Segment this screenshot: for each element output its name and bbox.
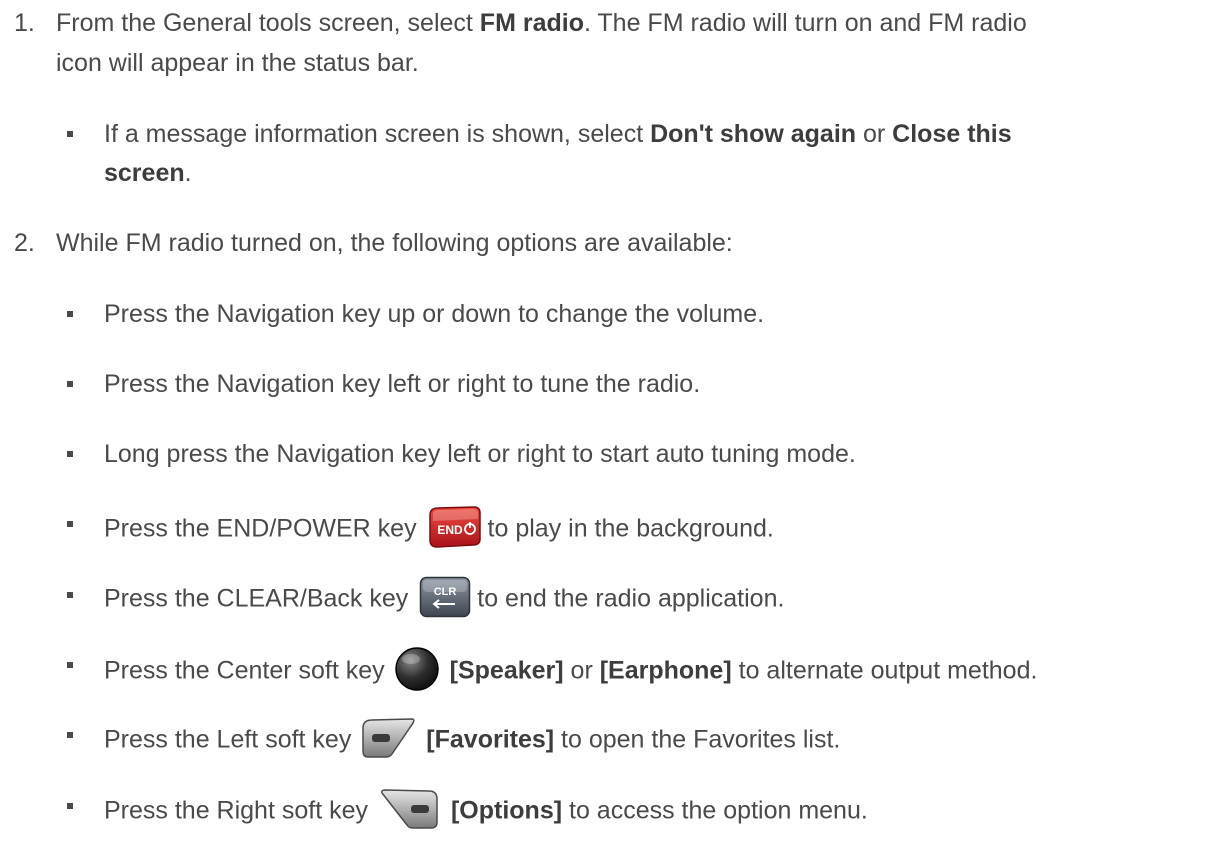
- bold-term: Don't show again: [650, 120, 857, 148]
- step-number: 2.: [14, 229, 35, 257]
- bold-term: [Favorites]: [426, 725, 555, 754]
- item-text: If a message information screen is shown…: [104, 120, 651, 148]
- bullet-icon: [67, 131, 73, 137]
- bullet-icon: [67, 592, 73, 598]
- step-text: icon will appear in the status bar.: [56, 49, 419, 77]
- bold-term: screen: [104, 159, 185, 187]
- step-number: 1.: [14, 9, 35, 37]
- bullet-icon: [67, 732, 73, 738]
- left-soft-key-icon: [362, 718, 415, 758]
- bullet-icon: [67, 451, 73, 457]
- item-text: Press the Navigation key left or right t…: [104, 370, 701, 398]
- bold-term: FM radio: [479, 9, 584, 37]
- end-power-key-icon: END: [428, 506, 481, 548]
- item-text: Press the Navigation key up or down to c…: [104, 300, 765, 328]
- right-soft-key-icon: [381, 789, 438, 829]
- clear-back-key-icon: CLR: [420, 576, 471, 618]
- item-text: Press the END/POWER key: [104, 514, 417, 543]
- item-text: to play in the background.: [487, 514, 774, 543]
- item-text: .: [184, 159, 192, 187]
- bullet-icon: [67, 381, 73, 387]
- item-text: to end the radio application.: [477, 584, 785, 613]
- bold-term: [Speaker]: [449, 656, 564, 685]
- item-text: Long press the Navigation key left or ri…: [104, 440, 856, 468]
- svg-text:CLR: CLR: [434, 586, 457, 598]
- bullet-icon: [67, 521, 73, 527]
- item-text: Press the CLEAR/Back key: [104, 584, 409, 613]
- bold-term: [Options]: [450, 796, 563, 825]
- bold-term: [Earphone]: [599, 656, 732, 685]
- item-text: to access the option menu.: [562, 796, 868, 825]
- item-text: to open the Favorites list.: [554, 725, 841, 754]
- bullet-icon: [67, 803, 73, 809]
- step-text: From the General tools screen, select: [56, 9, 480, 37]
- svg-text:END: END: [437, 523, 463, 537]
- item-text: Press the Center soft key: [104, 656, 385, 685]
- step-text: While FM radio turned on, the following …: [56, 229, 733, 257]
- bullet-icon: [67, 662, 73, 668]
- item-text: to alternate output method.: [731, 656, 1038, 685]
- center-soft-key-icon: [394, 647, 439, 691]
- item-text: or: [563, 656, 600, 685]
- bullet-icon: [67, 311, 73, 317]
- item-text: Press the Right soft key: [104, 796, 369, 825]
- item-text: or: [856, 120, 893, 148]
- bold-term: Close this: [892, 120, 1012, 148]
- item-text: Press the Left soft key: [104, 725, 352, 754]
- step-text: . The FM radio will turn on and FM radio: [583, 9, 1027, 37]
